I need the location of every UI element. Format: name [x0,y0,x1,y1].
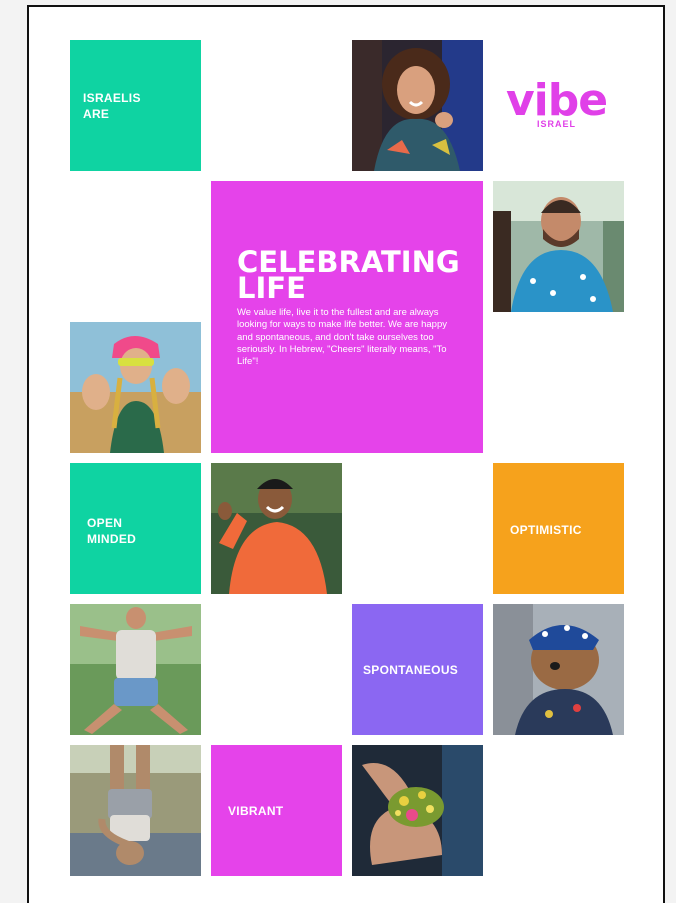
festival-woman-photo [70,322,201,453]
hero-body: We value life, live it to the fullest an… [237,307,447,368]
hero-title: CELEBRATING LIFE [237,245,460,305]
man-acro-yoga-photo [70,604,201,735]
smiling-man-orange-jacket-photo [211,463,342,594]
vibe-israel-logo: vibe ISRAEL [491,75,622,135]
tile-vibrant: VIBRANT [211,745,342,876]
tile-optimistic-label: OPTIMISTIC [510,523,582,537]
tile-spontaneous: SPONTANEOUS [352,604,483,735]
bearded-man-photo [493,181,624,312]
flowers-in-hands-photo [352,745,483,876]
tile-israelis-are: ISRAELIS ARE [70,40,201,171]
tile-israelis-are-label: ISRAELIS ARE [83,91,141,121]
tile-open-minded: OPEN MINDED [70,463,201,594]
hero-panel: CELEBRATING LIFE We value life, live it … [211,181,483,453]
woman-laughing-photo [352,40,483,171]
tile-open-minded-label: OPEN MINDED [87,516,137,546]
logo-subtitle: ISRAEL [536,119,576,129]
dog-bandana-photo [493,604,624,735]
tile-optimistic: OPTIMISTIC [493,463,624,594]
tile-vibrant-label: VIBRANT [228,804,284,818]
poster-page: ISRAELIS ARE vibe ISRAEL CELEBRATING LIF… [27,5,665,903]
tile-spontaneous-label: SPONTANEOUS [363,663,459,677]
yoga-on-mat-photo [70,745,201,876]
